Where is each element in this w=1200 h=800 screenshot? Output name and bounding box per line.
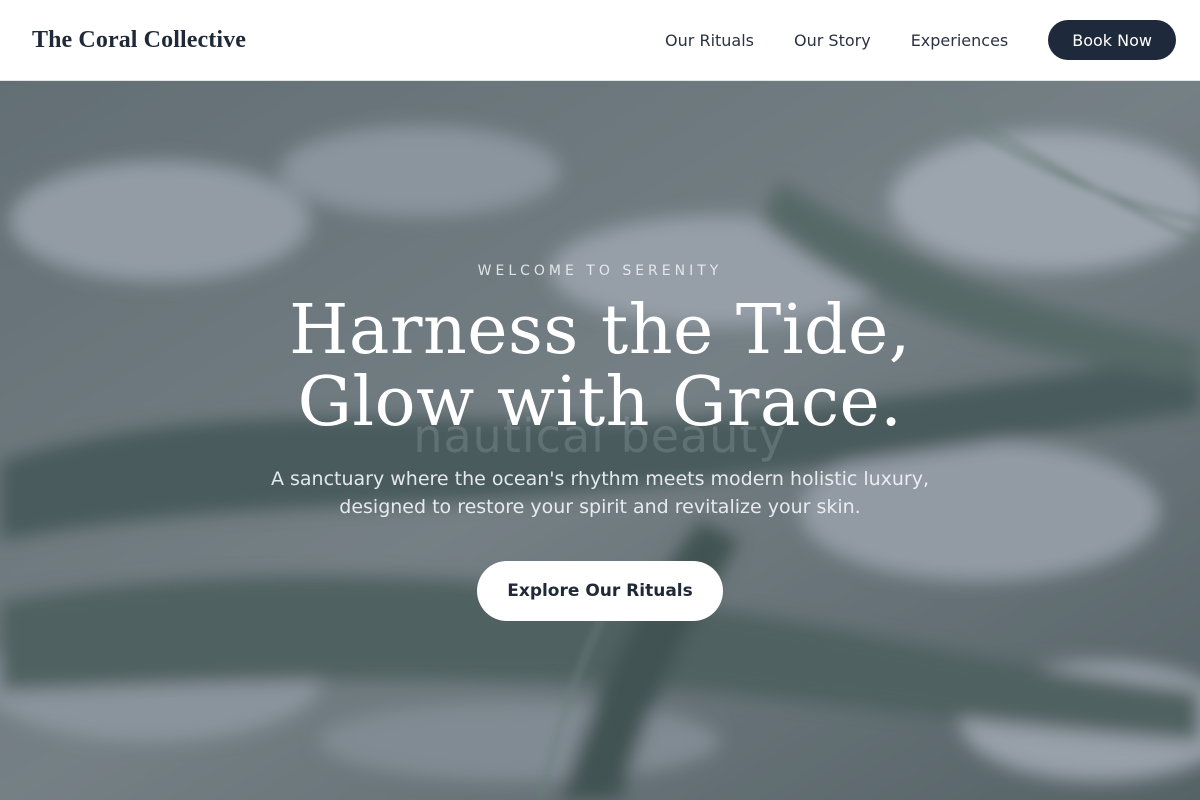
hero-headline-line-2: Glow with Grace.: [297, 363, 903, 442]
nav-link-experiences[interactable]: Experiences: [911, 31, 1009, 50]
hero-subtext-line-1: A sanctuary where the ocean's rhythm mee…: [270, 468, 930, 490]
hero-headline: Harness the Tide, Glow with Grace.: [0, 295, 1200, 439]
brand-logo[interactable]: The Coral Collective: [32, 27, 246, 54]
hero-section: WELCOME TO SERENITY nautical beauty Harn…: [0, 81, 1200, 800]
hero-subtext: A sanctuary where the ocean's rhythm mee…: [0, 465, 1200, 521]
nav-link-our-story[interactable]: Our Story: [794, 31, 871, 50]
hero-headline-line-1: Harness the Tide,: [289, 291, 911, 370]
hero-content: WELCOME TO SERENITY nautical beauty Harn…: [0, 81, 1200, 800]
hero-subtext-line-2: designed to restore your spirit and revi…: [339, 496, 861, 518]
nav-link-our-rituals[interactable]: Our Rituals: [665, 31, 754, 50]
hero-eyebrow: WELCOME TO SERENITY: [477, 263, 723, 279]
book-now-button[interactable]: Book Now: [1048, 20, 1176, 60]
top-navbar: The Coral Collective Our Rituals Our Sto…: [0, 0, 1200, 81]
explore-rituals-button[interactable]: Explore Our Rituals: [477, 561, 723, 621]
main-nav: Our Rituals Our Story Experiences Book N…: [665, 20, 1176, 60]
